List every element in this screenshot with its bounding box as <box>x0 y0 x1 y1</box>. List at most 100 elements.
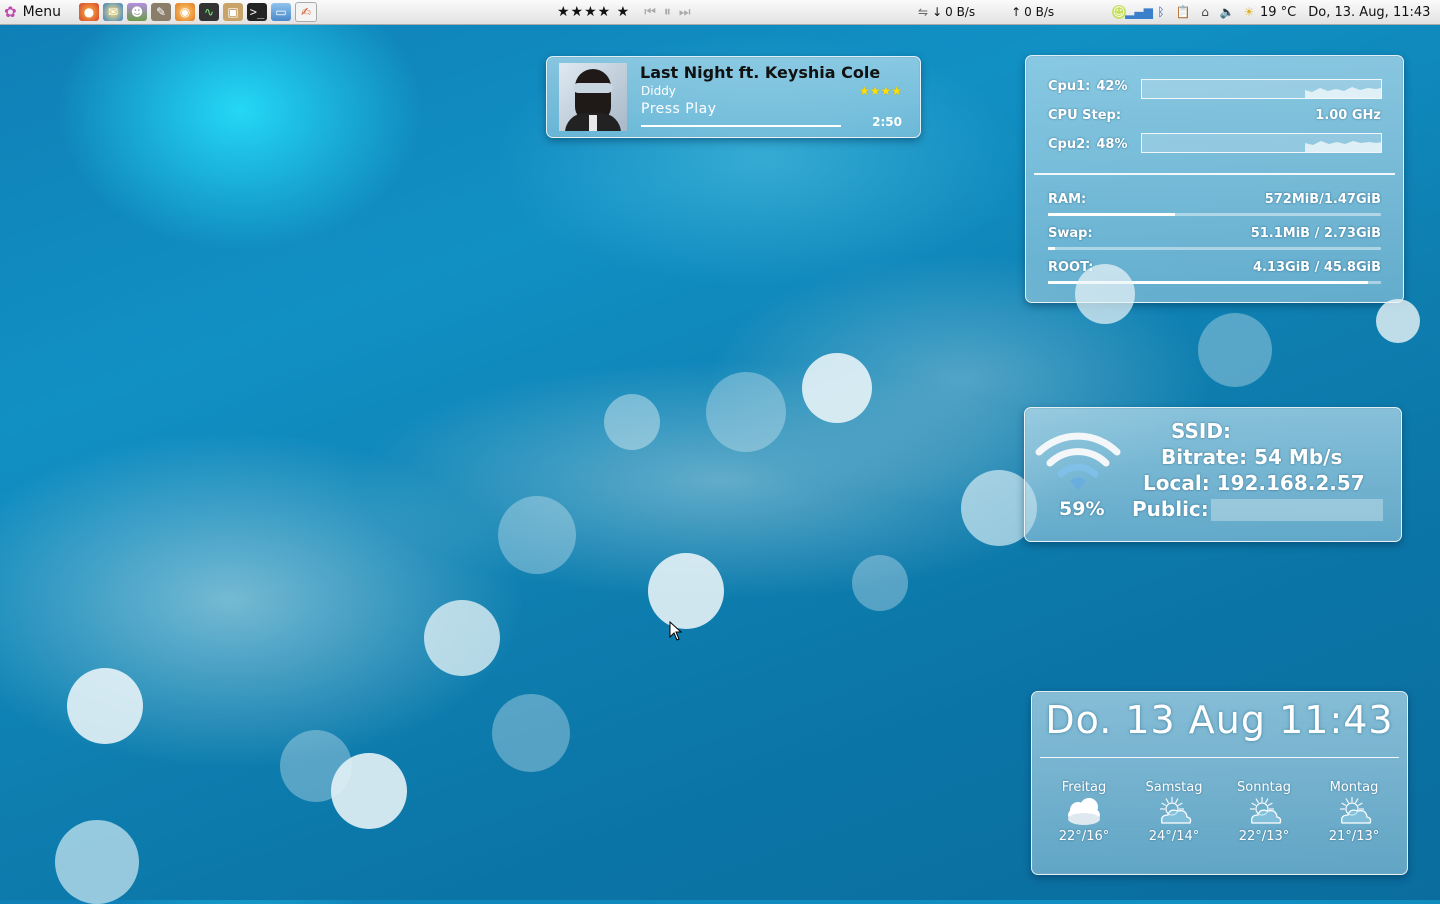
gimp-icon[interactable]: ✎ <box>151 3 172 21</box>
bokeh-circle <box>1075 264 1135 324</box>
volume-icon[interactable]: 🔈 <box>1218 3 1236 21</box>
local-ip-label: Local: <box>1143 471 1210 495</box>
signal-strength: 59% <box>1059 498 1105 520</box>
ram-bar-fill <box>1048 213 1175 216</box>
media-controls: ★★★★ ★ ⏮ ⏸ ⏭ <box>557 0 691 24</box>
clock-weather-widget: Do. 13 Aug 11:43 Freitag 22°/16° Samstag 24… <box>1031 691 1408 875</box>
weather-temps: 22°/13° <box>1238 829 1290 844</box>
cpu1-value: 42% <box>1096 79 1128 94</box>
sun-cloud-icon <box>1224 795 1304 829</box>
top-panel: ✿ Menu ● ✉ ☻ ✎ ◉ ∿ ▣ >_ ▭ ✍ ★★★★ ★ ⏮ ⏸ ⏭… <box>0 0 1440 25</box>
weather-day-name: Freitag <box>1061 780 1107 795</box>
cpu-step-value: 1.00 GHz <box>1315 108 1381 123</box>
local-ip-row: Local: 192.168.2.57 <box>1143 471 1365 495</box>
bokeh-circle <box>492 694 570 772</box>
bokeh-circle <box>852 555 908 611</box>
clock-display: Do. 13 Aug 11:43 <box>1045 698 1394 742</box>
text-editor-icon[interactable]: ✍ <box>295 2 318 22</box>
weather-day: Sonntag 22°/13° <box>1224 780 1304 844</box>
weather-temps: 22°/16° <box>1058 829 1110 844</box>
cpu1-label: Cpu1: <box>1048 79 1091 94</box>
weather-temps: 24°/14° <box>1148 829 1200 844</box>
weather-day-name: Montag <box>1329 780 1379 795</box>
bokeh-circle <box>1198 313 1272 387</box>
package-icon[interactable]: ▣ <box>223 3 244 21</box>
album-art <box>559 63 627 131</box>
network-widget: 59% SSID: Bitrate: 54 Mb/s Local: 192.16… <box>1024 407 1402 542</box>
signal-bars-icon[interactable]: ▂▄▆ <box>1125 3 1153 21</box>
cpu1-graph <box>1141 79 1382 99</box>
public-ip-field <box>1211 499 1383 521</box>
wifi-signal-icon <box>1035 432 1121 490</box>
download-icon: ↓ <box>932 5 943 19</box>
menu-label: Menu <box>22 4 62 20</box>
cpu2-label: Cpu2: <box>1048 137 1091 152</box>
menu-button[interactable]: ✿ Menu <box>0 1 67 23</box>
divider <box>1040 757 1399 758</box>
swap-value: 51.1MiB / 2.73GiB <box>1250 226 1381 241</box>
cpu2-value: 48% <box>1096 137 1128 152</box>
track-title: Last Night ft. Keyshia Cole <box>640 63 881 82</box>
next-track-icon[interactable]: ⏭ <box>679 5 691 20</box>
bokeh-circle <box>706 372 786 452</box>
upload-icon: ↑ <box>1011 5 1022 19</box>
weather-tray-icon[interactable]: ☀ <box>1240 3 1258 21</box>
bokeh-circle <box>55 820 139 904</box>
bokeh-circle <box>67 668 143 744</box>
weather-temps: 21°/13° <box>1328 829 1380 844</box>
ram-bar <box>1048 213 1381 216</box>
track-time: 2:50 <box>872 115 902 129</box>
bluetooth-icon[interactable]: ᛒ <box>1152 3 1170 21</box>
ram-value: 572MiB/1.47GiB <box>1264 192 1381 207</box>
desktop-icon[interactable]: ▭ <box>271 3 292 21</box>
player-status: Press Play <box>641 101 717 117</box>
network-rates: ⇋ ↓ 0 B/s ↑ 0 B/s <box>918 0 1054 24</box>
cpu-step-label: CPU Step: <box>1048 108 1122 123</box>
sun-cloud-icon <box>1134 795 1214 829</box>
tray-clock[interactable]: Do, 13. Aug, 11:43 <box>1308 5 1430 20</box>
network-monitor-icon: ⇋ <box>918 5 929 19</box>
swap-bar-fill <box>1048 247 1055 250</box>
download-rate: 0 B/s <box>945 5 976 19</box>
track-artist: Diddy <box>641 84 676 98</box>
pause-icon[interactable]: ⏸ <box>664 4 671 20</box>
track-progress-bar <box>641 125 841 127</box>
sun-cloud-icon <box>1314 795 1394 829</box>
burner-icon[interactable]: ◉ <box>175 3 196 21</box>
pidgin-icon[interactable]: ☻ <box>127 3 148 21</box>
bokeh-circle <box>424 600 500 676</box>
cloud-icon <box>1044 795 1124 829</box>
update-icon[interactable]: ☺ <box>1112 5 1126 19</box>
root-value: 4.13GiB / 45.8GiB <box>1252 260 1381 275</box>
clipboard-icon[interactable]: 📋 <box>1174 3 1192 21</box>
bokeh-circle <box>498 496 576 574</box>
ssid-label: SSID: <box>1171 419 1231 443</box>
weather-day-name: Samstag <box>1145 780 1203 795</box>
network-manager-icon[interactable]: ⌂ <box>1196 3 1214 21</box>
system-tray: ☺ ▂▄▆ ᛒ 📋 ⌂ 🔈 ☀ 19 °C Do, 13. Aug, 11:43 <box>1110 0 1430 24</box>
terminal-icon[interactable]: >_ <box>247 3 268 21</box>
firefox-icon[interactable]: ● <box>79 3 100 21</box>
rating-stars[interactable]: ★★★★ ★ <box>557 4 630 20</box>
bokeh-circle <box>604 394 660 450</box>
local-ip-value: 192.168.2.57 <box>1216 471 1365 495</box>
cpu-step-row: CPU Step: 1.00 GHz <box>1048 108 1381 123</box>
divider <box>1034 173 1395 175</box>
public-ip-label: Public: <box>1132 497 1209 521</box>
ram-label: RAM: <box>1048 192 1087 207</box>
ssid-row: SSID: <box>1171 419 1231 443</box>
tray-temperature[interactable]: 19 °C <box>1260 5 1296 20</box>
swap-bar <box>1048 247 1381 250</box>
upload-rate: 0 B/s <box>1024 5 1055 19</box>
thunderbird-icon[interactable]: ✉ <box>103 3 124 21</box>
swap-row: Swap: 51.1MiB / 2.73GiB <box>1048 226 1381 241</box>
bitrate-row: Bitrate: 54 Mb/s <box>1161 445 1342 469</box>
system-monitor-icon[interactable]: ∿ <box>199 3 220 21</box>
weather-day: Samstag 24°/14° <box>1134 780 1214 844</box>
public-ip-row: Public: <box>1132 497 1209 521</box>
weather-day-name: Sonntag <box>1237 780 1291 795</box>
swap-label: Swap: <box>1048 226 1093 241</box>
previous-track-icon[interactable]: ⏮ <box>644 5 656 20</box>
mouse-cursor-icon <box>669 621 683 641</box>
menu-icon: ✿ <box>4 3 17 21</box>
